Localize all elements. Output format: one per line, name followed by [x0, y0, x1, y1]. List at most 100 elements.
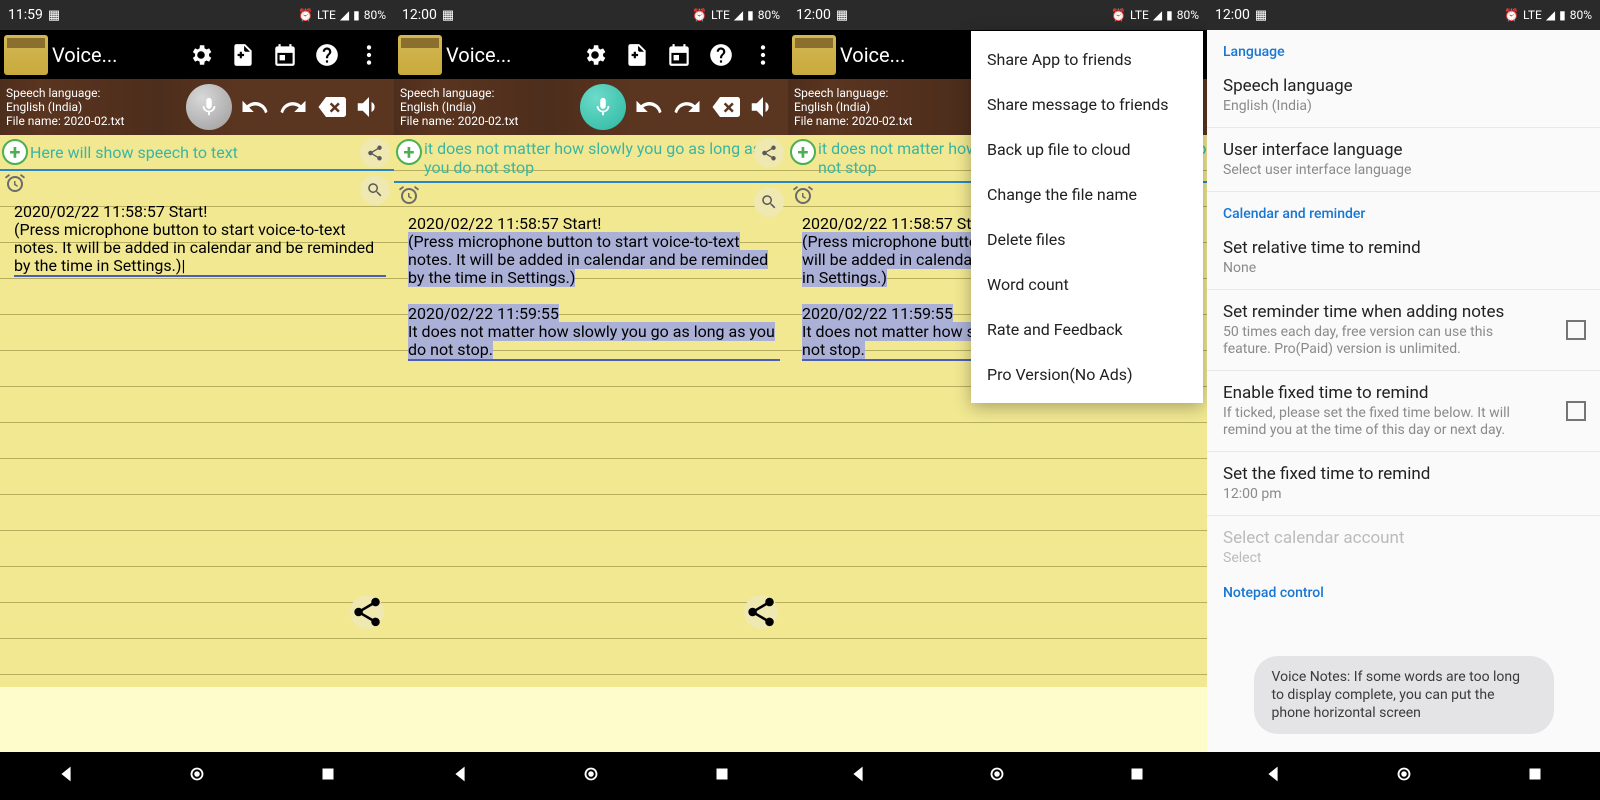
ad-space — [788, 687, 1207, 752]
add-button[interactable]: + — [2, 139, 28, 165]
toast-message: Voice Notes: If some words are too long … — [1254, 656, 1554, 734]
note-area[interactable]: + Here will show speech to text 2020/02/… — [0, 135, 394, 687]
nav-back[interactable] — [847, 763, 869, 789]
alarm-note-icon[interactable] — [396, 183, 422, 209]
nav-recent[interactable] — [1126, 763, 1148, 789]
nav-home[interactable] — [580, 763, 602, 789]
mic-button-active[interactable] — [580, 84, 626, 130]
alarm-icon: ⏰ — [298, 8, 313, 22]
redo-button[interactable] — [275, 89, 311, 125]
share-all-button[interactable] — [744, 595, 778, 629]
nav-back[interactable] — [449, 763, 471, 789]
backspace-button[interactable] — [313, 89, 349, 125]
ad-space — [0, 687, 394, 752]
menu-delete[interactable]: Delete files — [971, 217, 1203, 262]
share-line-button[interactable] — [754, 138, 784, 168]
menu-wordcount[interactable]: Word count — [971, 262, 1203, 307]
overflow-menu: Share App to friends Share message to fr… — [971, 31, 1203, 403]
redo-button[interactable] — [669, 89, 705, 125]
status-bar: 12:00 ▦ ⏰LTE◢▮80% — [394, 0, 788, 30]
new-file-button[interactable] — [222, 34, 264, 76]
nav-recent[interactable] — [317, 763, 339, 789]
setting-relative-time[interactable]: Set relative time to remind None — [1207, 226, 1600, 290]
nav-back[interactable] — [1262, 763, 1284, 789]
section-calendar: Calendar and reminder — [1207, 192, 1600, 226]
status-bar: 12:00 ▦ ⏰LTE◢▮80% — [1207, 0, 1600, 30]
status-bar: 12:00 ▦ ⏰LTE◢▮80% — [788, 0, 1207, 30]
calendar-status-icon: ▦ — [48, 8, 60, 23]
setting-fixed-time[interactable]: Set the fixed time to remind 12:00 pm — [1207, 452, 1600, 516]
ad-space — [394, 687, 788, 752]
app-icon — [792, 35, 836, 75]
settings-list[interactable]: Language Speech language English (India)… — [1207, 30, 1600, 752]
add-button[interactable]: + — [790, 139, 816, 165]
nav-recent[interactable] — [711, 763, 733, 789]
section-notepad: Notepad control — [1207, 579, 1600, 605]
undo-button[interactable] — [237, 89, 273, 125]
nav-home[interactable] — [186, 763, 208, 789]
nav-bar — [788, 752, 1207, 800]
nav-recent[interactable] — [1524, 763, 1546, 789]
app-icon — [398, 35, 442, 75]
note-text[interactable]: 2020/02/22 11:58:57 Start! (Press microp… — [0, 203, 394, 277]
calendar-button[interactable] — [264, 34, 306, 76]
alarm-note-icon[interactable] — [2, 171, 28, 197]
menu-share-message[interactable]: Share message to friends — [971, 82, 1203, 127]
clock: 11:59 — [8, 7, 43, 23]
menu-rate[interactable]: Rate and Feedback — [971, 307, 1203, 352]
setting-enable-fixed[interactable]: Enable fixed time to remind If ticked, p… — [1207, 371, 1600, 452]
signal-icon: ◢ — [340, 8, 349, 22]
setting-ui-language[interactable]: User interface language Select user inte… — [1207, 128, 1600, 192]
app-bar: Voice... — [0, 30, 394, 79]
toolbar: Speech language: English (India) File na… — [0, 79, 394, 135]
nav-home[interactable] — [1393, 763, 1415, 789]
undo-button[interactable] — [631, 89, 667, 125]
settings-button[interactable] — [574, 34, 616, 76]
setting-reminder-adding[interactable]: Set reminder time when adding notes 50 t… — [1207, 290, 1600, 371]
settings-button[interactable] — [180, 34, 222, 76]
menu-rename[interactable]: Change the file name — [971, 172, 1203, 217]
search-button[interactable] — [754, 187, 784, 217]
help-button[interactable] — [306, 34, 348, 76]
calendar-button[interactable] — [658, 34, 700, 76]
status-bar: 11:59 ▦ ⏰ LTE ◢ ▮ 80% — [0, 0, 394, 30]
search-button[interactable] — [360, 175, 390, 205]
menu-pro[interactable]: Pro Version(No Ads) — [971, 352, 1203, 397]
new-file-button[interactable] — [616, 34, 658, 76]
nav-bar — [1207, 752, 1600, 800]
app-icon — [4, 35, 48, 75]
nav-bar — [0, 752, 394, 800]
section-language: Language — [1207, 30, 1600, 64]
help-button[interactable] — [700, 34, 742, 76]
checkbox-icon[interactable] — [1566, 320, 1586, 340]
menu-share-app[interactable]: Share App to friends — [971, 37, 1203, 82]
toolbar: Speech language:English (India)File name… — [394, 79, 788, 135]
overflow-button[interactable] — [742, 34, 784, 76]
battery-icon: ▮ — [353, 8, 360, 22]
stt-active-text: it does not matter how slowly you go as … — [422, 139, 788, 177]
menu-backup[interactable]: Back up file to cloud — [971, 127, 1203, 172]
stt-placeholder: Here will show speech to text — [28, 143, 238, 162]
toolbar-info: Speech language: English (India) File na… — [6, 86, 182, 128]
note-area[interactable]: + it does not matter how slowly you go a… — [394, 135, 788, 687]
nav-home[interactable] — [986, 763, 1008, 789]
share-all-button[interactable] — [350, 595, 384, 629]
network-label: LTE — [317, 8, 336, 22]
checkbox-icon[interactable] — [1566, 401, 1586, 421]
overflow-button[interactable] — [348, 34, 390, 76]
setting-speech-language[interactable]: Speech language English (India) — [1207, 64, 1600, 128]
add-button[interactable]: + — [396, 139, 422, 165]
battery-label: 80% — [364, 8, 386, 22]
note-text[interactable]: 2020/02/22 11:58:57 Start! (Press microp… — [394, 215, 788, 361]
alarm-note-icon[interactable] — [790, 183, 816, 209]
setting-calendar-account[interactable]: Select calendar account Select — [1207, 516, 1600, 579]
speaker-button[interactable] — [351, 89, 387, 125]
mic-button[interactable] — [186, 84, 232, 130]
backspace-button[interactable] — [707, 89, 743, 125]
nav-bar — [394, 752, 788, 800]
nav-back[interactable] — [55, 763, 77, 789]
share-line-button[interactable] — [360, 138, 390, 168]
app-bar: Voice... — [394, 30, 788, 79]
speaker-button[interactable] — [745, 89, 781, 125]
app-title: Voice... — [52, 43, 117, 67]
